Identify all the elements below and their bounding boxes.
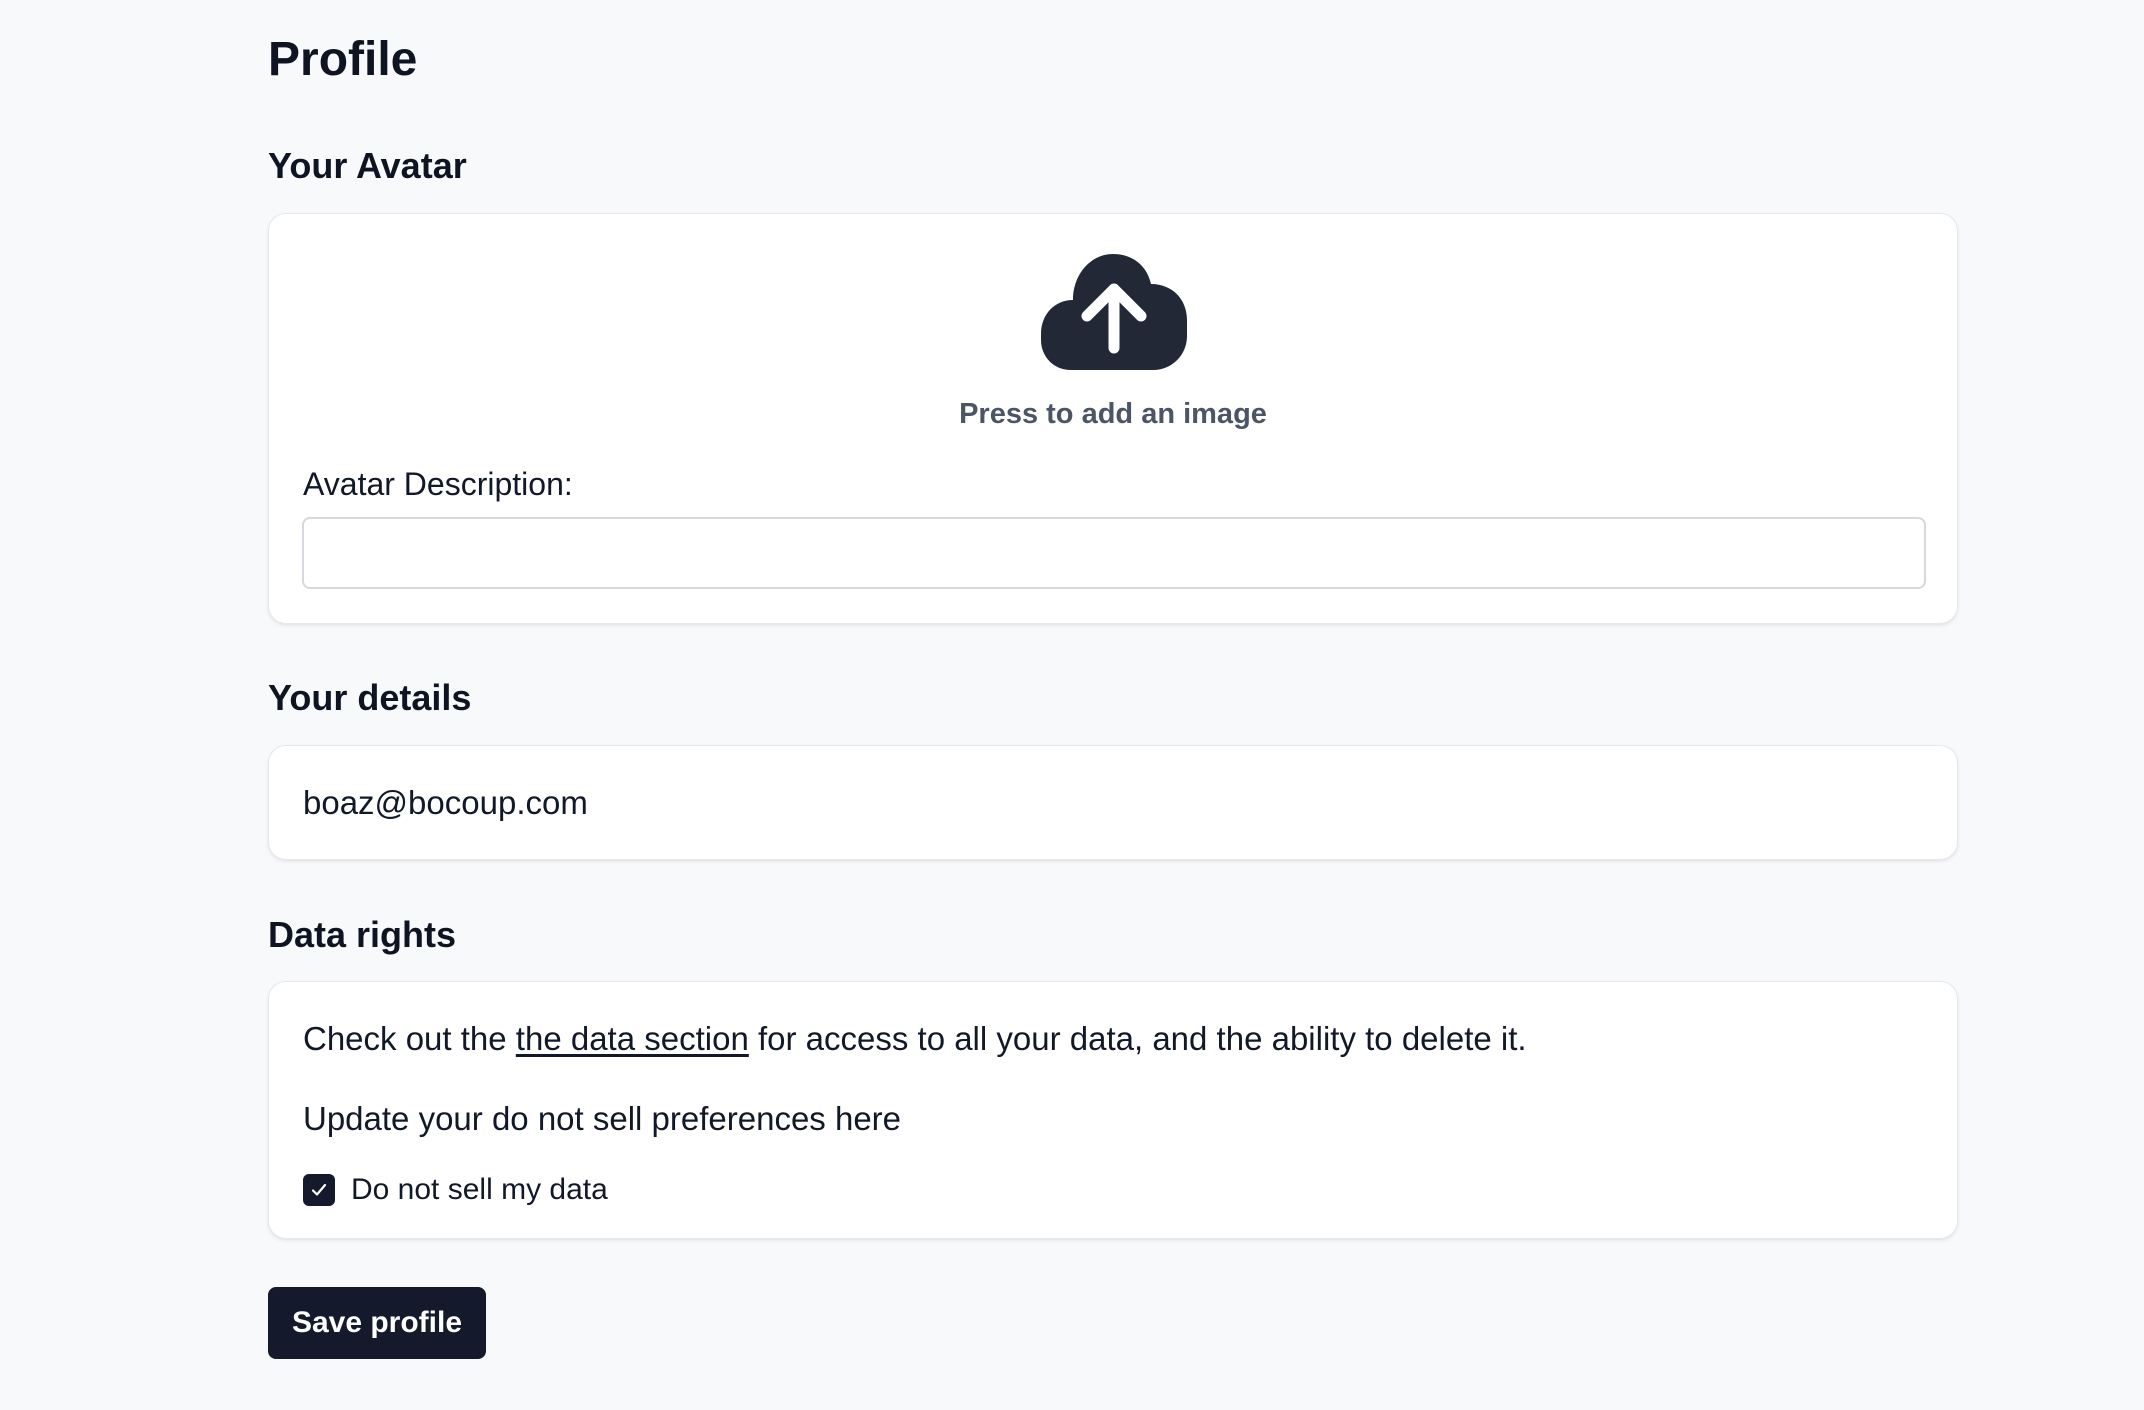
data-rights-section-title: Data rights	[268, 914, 457, 955]
page-title: Profile	[268, 33, 418, 86]
check-icon	[311, 1183, 327, 1196]
avatar-card: Press to add an image Avatar Description…	[268, 213, 1958, 624]
email-value: boaz@bocoup.com	[303, 784, 588, 821]
avatar-description-input[interactable]	[302, 517, 1926, 589]
data-section-text-after: for access to all your data, and the abi…	[748, 1020, 1527, 1057]
do-not-sell-checkbox[interactable]	[303, 1174, 335, 1206]
details-card: boaz@bocoup.com	[268, 745, 1958, 860]
do-not-sell-row: Do not sell my data	[303, 1172, 608, 1208]
details-section-title: Your details	[268, 677, 472, 718]
data-section-text-before: Check out the	[303, 1020, 516, 1057]
avatar-section-title: Your Avatar	[268, 145, 467, 186]
cloud-upload-icon	[1041, 254, 1187, 370]
data-section-link[interactable]: the data section	[516, 1020, 749, 1057]
avatar-description-label: Avatar Description:	[303, 466, 573, 502]
avatar-upload-dropzone[interactable]: Press to add an image	[269, 254, 1957, 450]
preferences-text: Update your do not sell preferences here	[303, 1100, 902, 1137]
data-section-text: Check out the the data section for acces…	[303, 1018, 1527, 1060]
do-not-sell-label[interactable]: Do not sell my data	[351, 1172, 608, 1208]
data-rights-card: Check out the the data section for acces…	[268, 981, 1958, 1239]
save-profile-button[interactable]: Save profile	[268, 1287, 486, 1359]
upload-instruction-text: Press to add an image	[959, 398, 1267, 430]
